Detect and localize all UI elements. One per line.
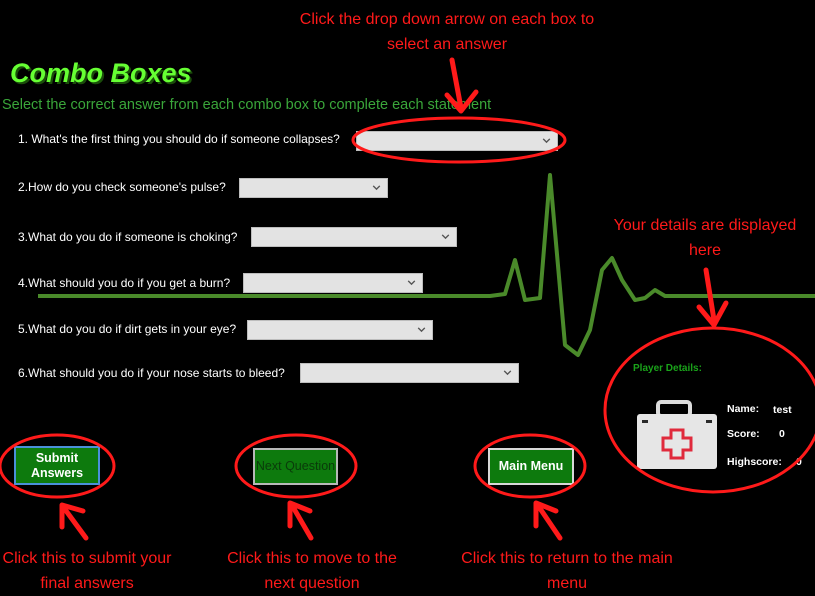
next-question-button[interactable]: Next Question (253, 448, 338, 485)
player-highscore-value: 0 (796, 456, 802, 468)
chevron-down-icon[interactable] (406, 277, 417, 288)
app-window: Combo Boxes Select the correct answer fr… (0, 0, 815, 595)
chevron-down-icon[interactable] (416, 324, 427, 335)
question-3-combobox[interactable] (251, 227, 457, 247)
chevron-down-icon[interactable] (541, 135, 552, 146)
question-1-combobox[interactable] (356, 131, 558, 151)
question-3-label: 3.What do you do if someone is choking? (18, 230, 238, 244)
player-details-title: Player Details: (633, 363, 702, 374)
question-2-combobox[interactable] (239, 178, 388, 198)
question-1-label: 1. What's the first thing you should do … (18, 132, 340, 146)
question-5-combobox[interactable] (247, 320, 433, 340)
question-4-label: 4.What should you do if you get a burn? (18, 276, 231, 290)
player-name-label: Name: (727, 403, 760, 415)
chevron-down-icon[interactable] (440, 231, 451, 242)
main-menu-button[interactable]: Main Menu (488, 448, 574, 485)
callout-next: Click this to move to the next question (227, 550, 397, 592)
instructions-text: Select the correct answer from each comb… (2, 97, 492, 113)
question-5-label: 5.What do you do if dirt gets in your ey… (18, 322, 237, 336)
chevron-down-icon[interactable] (371, 182, 382, 193)
callout-details: Your details are displayed here (613, 217, 797, 259)
heartbeat-line (38, 173, 815, 357)
chevron-down-icon[interactable] (502, 367, 513, 378)
submit-answers-button[interactable]: Submit Answers (14, 446, 100, 485)
page-title: Combo Boxes (10, 58, 192, 88)
first-aid-kit-icon (637, 400, 717, 469)
question-2-label: 2.How do you check someone's pulse? (18, 180, 226, 194)
callout-menu: Click this to return to the main menu (461, 550, 673, 592)
question-6-label: 6.What should you do if your nose starts… (18, 366, 285, 380)
callout-submit: Click this to submit your final answers (2, 550, 172, 592)
question-4-combobox[interactable] (243, 273, 423, 293)
player-highscore-label: Highscore: (727, 456, 782, 468)
player-name-value: test (773, 404, 792, 416)
question-6-combobox[interactable] (300, 363, 519, 383)
player-score-label: Score: (727, 428, 760, 440)
callout-dropdown: Click the drop down arrow on each box to… (299, 11, 595, 53)
player-score-value: 0 (779, 428, 785, 440)
